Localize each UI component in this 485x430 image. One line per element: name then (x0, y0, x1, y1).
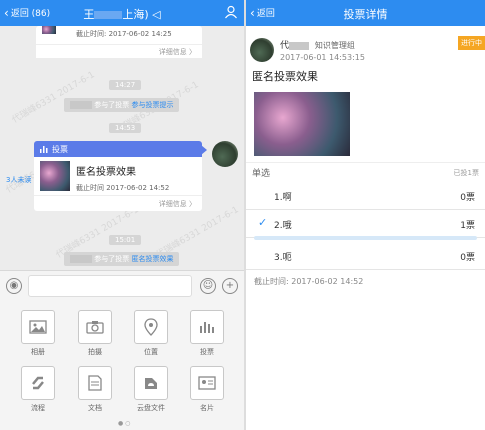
document-icon (78, 366, 112, 400)
vote-detail-panel: ‹ 返回 投票详情 代 知识管理组 2017-06-01 14:53:15 进行… (246, 0, 485, 430)
chat-header: ‹ 返回 (86) 王上海) ◁ (0, 0, 244, 26)
detail-header: ‹ 返回 投票详情 (246, 0, 485, 26)
camera-icon (78, 310, 112, 344)
user-icon[interactable] (224, 5, 238, 19)
tool-flow[interactable]: 流程 (20, 366, 56, 413)
page-indicator: ● ○ (118, 420, 131, 427)
tool-card[interactable]: 名片 (189, 366, 225, 413)
tool-cloud[interactable]: 云盘文件 (133, 366, 169, 413)
avatar[interactable] (250, 38, 274, 62)
unread-count[interactable]: 3人未读 (6, 175, 31, 185)
vote-option[interactable]: ✓ 2.哦 1票 (246, 210, 485, 238)
system-message: 参与了投票 参与投票提示 (64, 98, 180, 112)
timestamp: 14:53 (109, 123, 142, 133)
message-input[interactable] (28, 275, 192, 297)
system-message: 参与了投票 匿名投票效果 (64, 252, 180, 266)
chat-title: 王上海) ◁ (83, 8, 161, 21)
vote-type: 单选 (252, 169, 271, 179)
status-badge: 进行中 (458, 36, 485, 50)
vote-option[interactable]: 1.啊 0票 (246, 182, 485, 210)
publish-time: 2017-06-01 14:53:15 (280, 53, 365, 62)
tool-document[interactable]: 文档 (77, 366, 113, 413)
author-name: 代 知识管理组 (280, 41, 355, 51)
speaker-icon: ◁ (148, 8, 161, 21)
tool-vote[interactable]: 投票 (189, 310, 225, 357)
tool-album[interactable]: 相册 (20, 310, 56, 357)
blurred-name (94, 11, 123, 19)
voice-icon[interactable]: ◉ (6, 278, 22, 294)
tool-location[interactable]: 位置 (133, 310, 169, 357)
watermark: 代瑞峰6331 2017-6-1 (10, 70, 97, 126)
emoji-icon[interactable]: ☺ (200, 278, 216, 294)
tool-camera[interactable]: 拍摄 (77, 310, 113, 357)
flow-icon (21, 366, 55, 400)
detail-link[interactable]: 详细信息 〉 (159, 47, 196, 57)
vote-thumbnail (40, 161, 70, 191)
timestamp: 15:01 (109, 235, 142, 245)
vote-thumbnail (42, 26, 56, 34)
check-icon: ✓ (258, 216, 268, 229)
image-icon (21, 310, 55, 344)
author-group: 知识管理组 (314, 41, 355, 50)
prev-card-footer[interactable]: 详细信息 〉 (36, 44, 202, 58)
location-icon (134, 310, 168, 344)
vote-title: 匿名投票效果 (252, 70, 318, 83)
card-icon (190, 366, 224, 400)
page-title: 投票详情 (343, 8, 388, 21)
detail-link[interactable]: 详细信息 〉 (159, 199, 196, 209)
cloud-icon (134, 366, 168, 400)
tools-panel: 相册 拍摄 位置 投票 流程 文档 云盘文件 名片 ● ○ (0, 300, 244, 430)
chart-icon (190, 310, 224, 344)
voted-count: 已投1票 (453, 169, 479, 177)
vote-progress-bar (254, 236, 477, 240)
vote-card-header: 投票 (34, 141, 202, 157)
chart-icon (40, 146, 48, 153)
plus-icon[interactable]: + (222, 278, 238, 294)
vote-deadline: 截止时间 2017-06-02 14:52 (76, 184, 170, 192)
vote-image[interactable] (254, 92, 350, 156)
timestamp: 14:27 (109, 80, 142, 90)
vote-title: 匿名投票效果 (76, 167, 136, 178)
prev-card-time: 截止时间: 2017-06-02 14:25 (76, 30, 172, 38)
chat-panel: ‹ 返回 (86) 王上海) ◁ 代瑞峰6331 2017-6-1 代瑞峰633… (0, 0, 244, 430)
input-bar: ◉ ☺ + (0, 270, 244, 300)
deadline-text: 截止时间: 2017-06-02 14:52 (254, 277, 364, 286)
avatar[interactable] (212, 141, 238, 167)
vote-card[interactable]: 投票 匿名投票效果 截止时间 2017-06-02 14:52 详细信息 〉 (34, 141, 207, 211)
vote-option[interactable]: 3.呃 0票 (246, 242, 485, 270)
